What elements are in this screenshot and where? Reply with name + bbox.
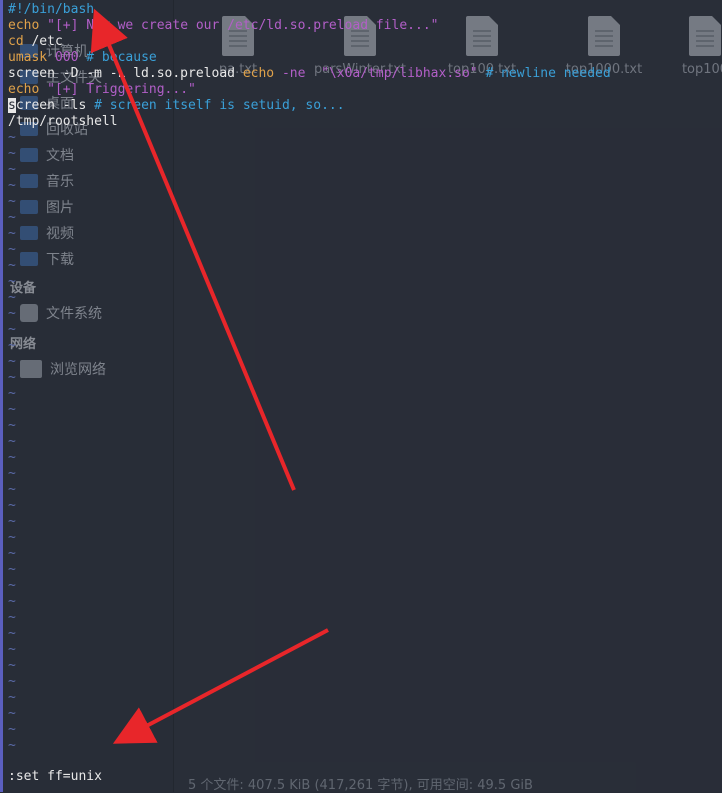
annotation-arrows [90, 8, 329, 744]
arrow-to-command-line [112, 628, 329, 744]
arrow-to-shebang [90, 8, 296, 491]
